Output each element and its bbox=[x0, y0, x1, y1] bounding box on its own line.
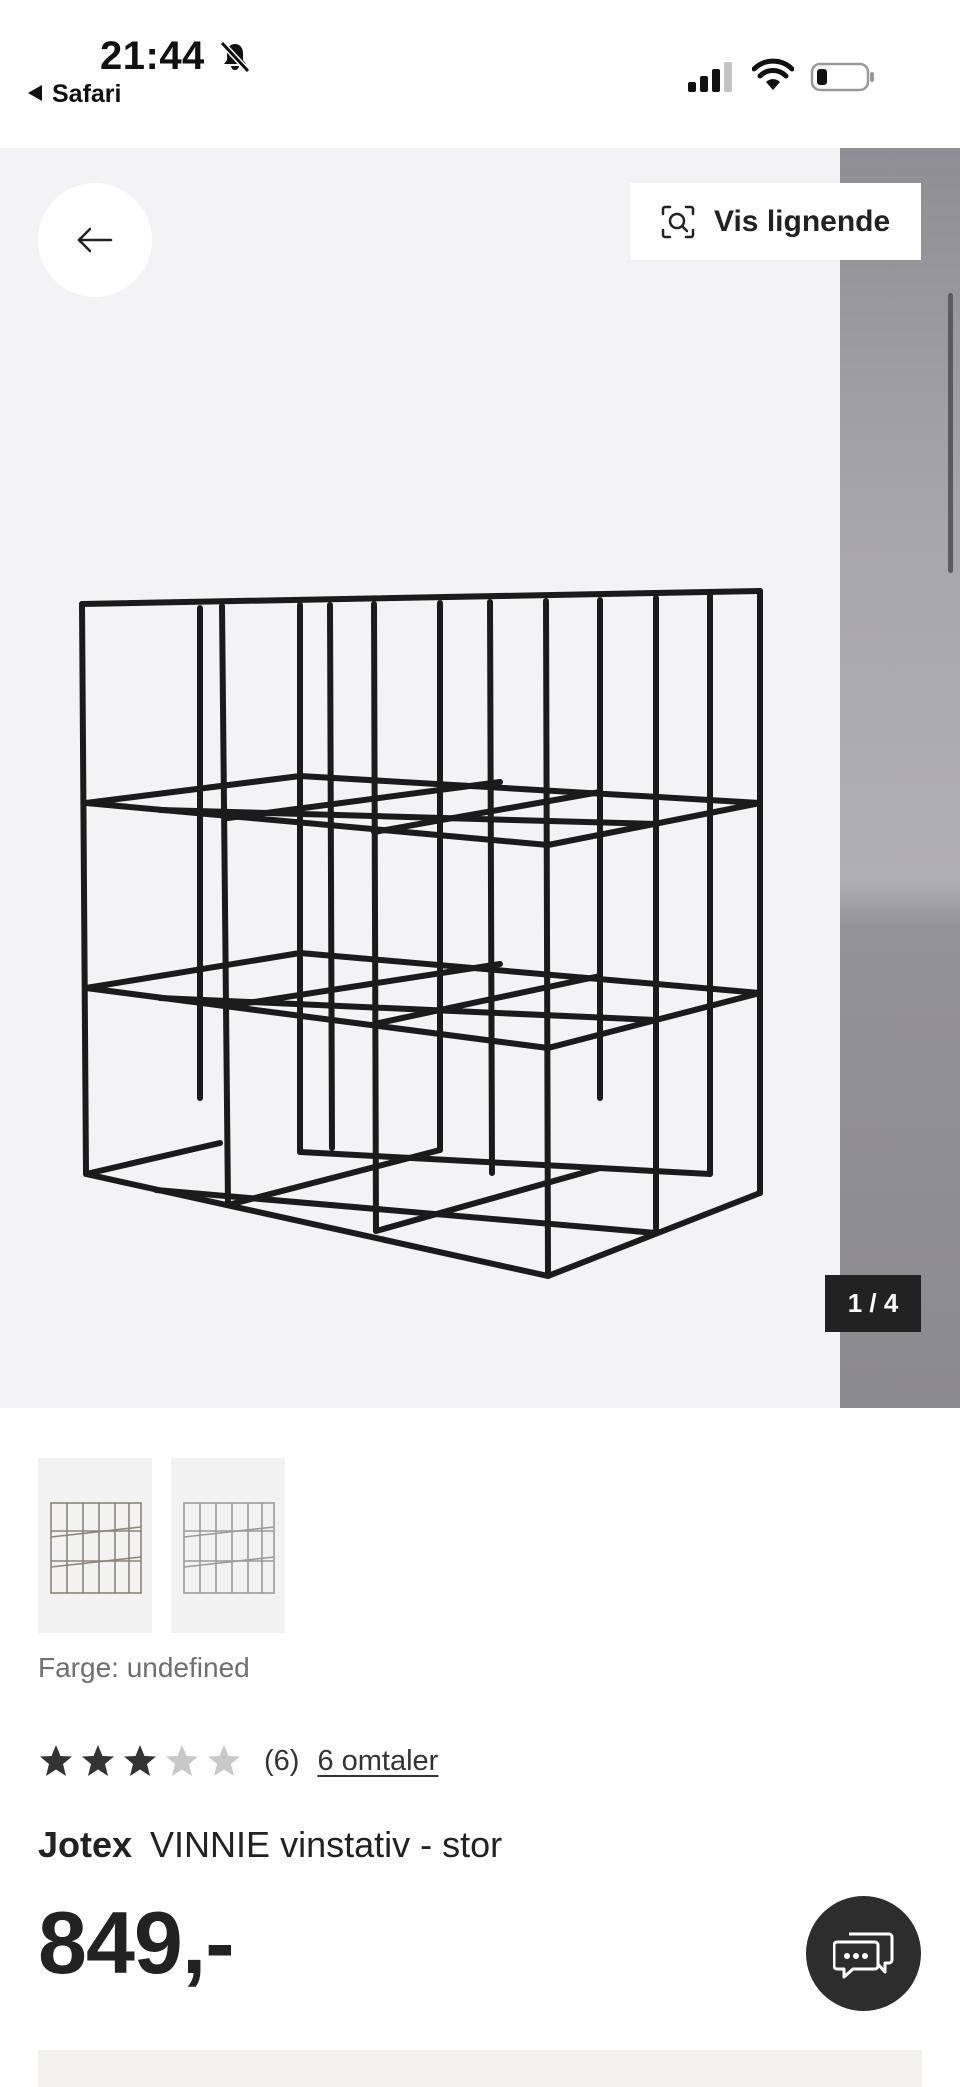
thumbnail-strip bbox=[38, 1458, 285, 1633]
image-counter: 1 / 4 bbox=[825, 1275, 921, 1332]
chat-button[interactable] bbox=[806, 1896, 921, 2011]
star-filled-icon bbox=[40, 1745, 72, 1776]
bottom-panel bbox=[38, 2050, 922, 2087]
rating-count: (6) bbox=[264, 1744, 300, 1777]
product-price: 849,- bbox=[38, 1893, 235, 1992]
back-button[interactable] bbox=[38, 183, 152, 297]
product-image-gallery[interactable]: Vis lignende 1 / 4 bbox=[0, 148, 960, 1408]
chat-bubbles-icon bbox=[832, 1932, 893, 1978]
wifi-icon bbox=[752, 58, 794, 90]
bell-slash-icon bbox=[219, 40, 251, 74]
next-image-preview[interactable] bbox=[840, 148, 960, 1408]
thumbnail-1[interactable] bbox=[38, 1458, 152, 1633]
product-name: VINNIE vinstativ - stor bbox=[150, 1824, 503, 1865]
arrow-left-icon bbox=[77, 227, 113, 253]
show-similar-button[interactable]: Vis lignende bbox=[630, 183, 921, 260]
star-filled-icon bbox=[124, 1745, 156, 1776]
show-similar-label: Vis lignende bbox=[714, 204, 891, 238]
status-bar: 21:44 Safari bbox=[0, 0, 960, 148]
star-empty-icon bbox=[208, 1745, 240, 1776]
star-rating bbox=[38, 1743, 242, 1779]
visual-search-icon bbox=[661, 205, 695, 238]
gallery-scrollbar bbox=[948, 293, 953, 573]
product-image bbox=[79, 588, 763, 1279]
thumbnail-2-image bbox=[183, 1501, 275, 1594]
cellular-signal-icon bbox=[688, 62, 732, 92]
color-label: Farge: undefined bbox=[38, 1652, 250, 1683]
product-title: Jotex VINNIE vinstativ - stor bbox=[38, 1824, 502, 1866]
star-filled-icon bbox=[82, 1745, 114, 1776]
rating-row: (6) 6 omtaler bbox=[38, 1743, 438, 1779]
thumbnail-1-image bbox=[50, 1501, 142, 1594]
back-app-label: Safari bbox=[52, 80, 122, 108]
back-to-safari[interactable]: Safari bbox=[28, 80, 121, 109]
star-empty-icon bbox=[166, 1745, 198, 1776]
thumbnail-2[interactable] bbox=[171, 1458, 285, 1633]
status-time: 21:44 bbox=[100, 34, 205, 78]
battery-icon bbox=[810, 62, 874, 92]
product-brand: Jotex bbox=[38, 1824, 133, 1865]
back-triangle-icon bbox=[28, 85, 42, 101]
reviews-link[interactable]: 6 omtaler bbox=[317, 1745, 438, 1778]
